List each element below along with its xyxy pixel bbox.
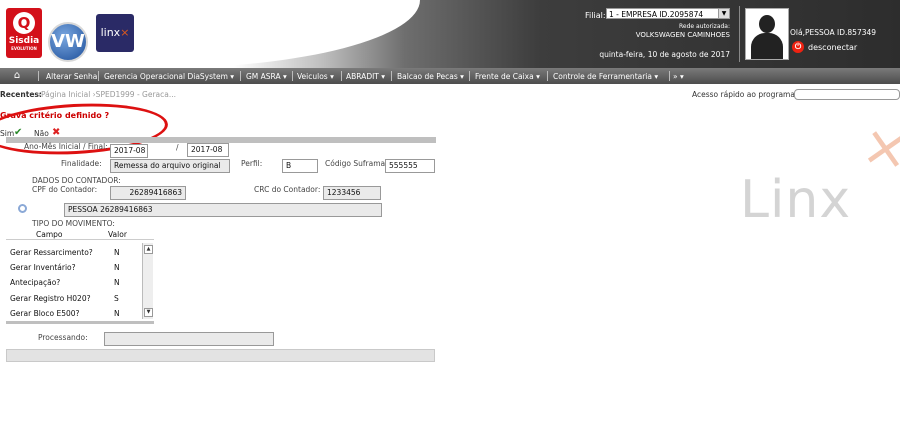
menu-frente-de-caixa[interactable]: Frente de Caixa ▾ [475,72,540,81]
grid-cell-campo: Gerar Bloco E500? [10,309,80,318]
sisdia-logo-subtext: EVOLUTION [11,46,37,51]
grid-col-campo: Campo [36,230,63,239]
table-row[interactable]: Gerar Ressarcimento? N [6,244,142,259]
header-divider [739,6,740,62]
linx-x-icon: × [120,26,130,39]
grid-header: Campo Valor [6,229,154,240]
grid-cell-campo: Antecipação? [10,278,61,287]
ano-mes-separator: / [176,143,179,152]
table-row[interactable]: Gerar Bloco E500? N [6,305,142,320]
quick-access-label: Acesso rápido ao programa: [692,90,798,99]
grid-scrollbar[interactable]: ▲ ▼ [142,243,153,319]
quick-access-input[interactable] [794,89,900,100]
grid-cell-valor[interactable]: N [114,263,120,272]
perfil-label: Perfil: [241,159,263,168]
filial-label: Filial: [585,11,606,20]
progress-bar [6,349,435,362]
linx-logo: linx× [96,14,134,52]
chevron-down-icon[interactable]: ▼ [718,9,729,18]
linx-x-watermark-icon: × [857,112,900,185]
perfil-field[interactable]: B [282,159,318,173]
suframa-field[interactable]: 555555 [385,159,435,173]
grid-bottom-bar [6,321,154,324]
logout-link[interactable]: desconectar [808,43,857,52]
linx-watermark: Linx [740,170,852,230]
filial-select-value: 1 - EMPRESA ID.2095874 [609,10,704,19]
rede-label: Rede autorizada: [679,23,730,30]
search-icon[interactable] [18,204,27,213]
avatar-body-icon [751,33,783,59]
nav-separator [669,71,670,81]
home-icon[interactable]: ⌂ [8,70,26,82]
ano-mes-label: Ano-Mês Inicial / Final: [24,142,108,151]
contador-section-label: DADOS DO CONTADOR: [32,176,121,185]
nav-separator [292,71,293,81]
grid-col-valor: Valor [108,230,127,239]
menu-gm-asra[interactable]: GM ASRA ▾ [246,72,287,81]
menu-more[interactable]: » ▾ [673,72,684,81]
rede-value: VOLKSWAGEN CAMINHOES [635,31,730,39]
current-date: quinta-feira, 10 de agosto de 2017 [599,50,730,59]
main-menu: ⌂ Alterar Senha Gerencia Operacional Dia… [0,68,900,84]
cpf-field[interactable]: 26289416863 [110,186,186,200]
grid-cell-valor[interactable]: N [114,248,120,257]
avatar[interactable] [745,8,789,60]
menu-abradit[interactable]: ABRADIT ▾ [346,72,385,81]
grid-cell-campo: Gerar Inventário? [10,263,76,272]
ano-mes-inicial-input[interactable]: 2017-08 [110,144,148,158]
nav-separator [547,71,548,81]
vw-logo: VW [48,22,88,62]
cpf-label: CPF do Contador: [32,185,98,194]
suframa-label: Código Suframa: [325,159,388,168]
avatar-head-icon [759,15,775,33]
processando-label: Processando: [38,333,88,342]
movimento-section-label: TIPO DO MOVIMENTO: [32,219,115,228]
finalidade-label: Finalidade: [61,159,102,168]
processando-field [104,332,274,346]
menu-veiculos[interactable]: Veiculos ▾ [297,72,334,81]
recent-label: Recentes: [0,90,42,99]
filial-select[interactable]: 1 - EMPRESA ID.2095874 ▼ [606,8,730,19]
grid-cell-valor[interactable]: S [114,294,119,303]
crc-field[interactable]: 1233456 [323,186,381,200]
grid-cell-campo: Gerar Registro H020? [10,294,91,303]
nav-separator [98,71,99,81]
scroll-up-icon[interactable]: ▲ [144,245,153,254]
nav-separator [391,71,392,81]
grid-cell-valor[interactable]: N [114,309,120,318]
nav-separator [469,71,470,81]
grid-cell-valor[interactable]: N [114,278,120,287]
menu-balcao-de-pecas[interactable]: Balcao de Pecas ▾ [397,72,464,81]
table-row[interactable]: Antecipação? N [6,274,142,289]
nav-separator [38,71,39,81]
table-row[interactable]: Gerar Registro H020? S [6,290,142,305]
finalidade-field[interactable]: Remessa do arquivo original [110,159,230,173]
scroll-down-icon[interactable]: ▼ [144,308,153,317]
user-greeting: Olá,PESSOA ID.857349 [790,28,877,37]
breadcrumb[interactable]: ›Página Inicial ›SPED1999 - Geraca... [38,90,176,99]
contador-nome-field: PESSOA 26289416863 [64,203,382,217]
ano-mes-final-input[interactable]: 2017-08 [187,143,229,157]
menu-controle-ferramentaria[interactable]: Controle de Ferramentaria ▾ [553,72,658,81]
menu-gerencia-operacional[interactable]: Gerencia Operacional DiaSystem ▾ [104,72,234,81]
nav-separator [341,71,342,81]
power-icon[interactable]: ⏻ [792,41,804,53]
sisdia-q-icon: Q [13,12,35,34]
grid-cell-campo: Gerar Ressarcimento? [10,248,93,257]
table-row[interactable]: Gerar Inventário? N [6,259,142,274]
nav-separator [240,71,241,81]
menu-alterar-senha[interactable]: Alterar Senha [46,72,97,81]
sisdia-logo[interactable]: Q Sisdia EVOLUTION [6,8,42,58]
sisdia-logo-text: Sisdia [8,36,40,46]
crc-label: CRC do Contador: [254,185,321,194]
linx-logo-text: linx [100,26,121,39]
